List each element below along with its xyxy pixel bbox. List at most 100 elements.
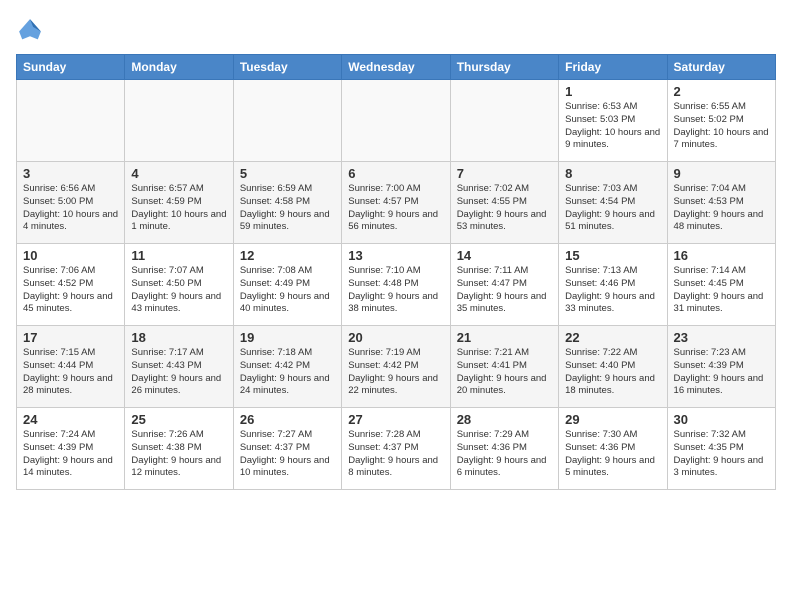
day-number: 26 [240,412,335,427]
calendar-cell [17,80,125,162]
calendar-cell: 30 Sunrise: 7:32 AM Sunset: 4:35 PM Dayli… [667,408,775,490]
day-info: Sunrise: 6:59 AM Sunset: 4:58 PM Dayligh… [240,183,335,234]
day-info: Sunrise: 7:07 AM Sunset: 4:50 PM Dayligh… [131,265,226,316]
calendar-cell: 13 Sunrise: 7:10 AM Sunset: 4:48 PM Dayli… [342,244,450,326]
calendar-cell: 27 Sunrise: 7:28 AM Sunset: 4:37 PM Dayli… [342,408,450,490]
day-info: Sunrise: 6:53 AM Sunset: 5:03 PM Dayligh… [565,101,660,152]
day-info: Sunrise: 7:18 AM Sunset: 4:42 PM Dayligh… [240,347,335,398]
day-info: Sunrise: 7:19 AM Sunset: 4:42 PM Dayligh… [348,347,443,398]
calendar-cell: 4 Sunrise: 6:57 AM Sunset: 4:59 PM Daylig… [125,162,233,244]
calendar-cell [233,80,341,162]
day-info: Sunrise: 7:04 AM Sunset: 4:53 PM Dayligh… [674,183,769,234]
day-number: 14 [457,248,552,263]
day-number: 7 [457,166,552,181]
day-info: Sunrise: 7:06 AM Sunset: 4:52 PM Dayligh… [23,265,118,316]
logo [16,16,48,44]
calendar-cell: 11 Sunrise: 7:07 AM Sunset: 4:50 PM Dayli… [125,244,233,326]
day-number: 1 [565,84,660,99]
day-number: 18 [131,330,226,345]
day-number: 22 [565,330,660,345]
day-info: Sunrise: 7:26 AM Sunset: 4:38 PM Dayligh… [131,429,226,480]
calendar-cell: 2Sunrise: 6:55 AM Sunset: 5:02 PM Daylig… [667,80,775,162]
day-number: 15 [565,248,660,263]
day-info: Sunrise: 7:27 AM Sunset: 4:37 PM Dayligh… [240,429,335,480]
day-number: 16 [674,248,769,263]
day-info: Sunrise: 7:30 AM Sunset: 4:36 PM Dayligh… [565,429,660,480]
calendar-cell: 20 Sunrise: 7:19 AM Sunset: 4:42 PM Dayli… [342,326,450,408]
day-info: Sunrise: 7:13 AM Sunset: 4:46 PM Dayligh… [565,265,660,316]
calendar-cell: 12Sunrise: 7:08 AM Sunset: 4:49 PM Dayli… [233,244,341,326]
day-number: 2 [674,84,769,99]
day-number: 9 [674,166,769,181]
calendar-cell [125,80,233,162]
day-info: Sunrise: 7:23 AM Sunset: 4:39 PM Dayligh… [674,347,769,398]
calendar-cell: 25 Sunrise: 7:26 AM Sunset: 4:38 PM Dayli… [125,408,233,490]
day-info: Sunrise: 7:14 AM Sunset: 4:45 PM Dayligh… [674,265,769,316]
day-number: 24 [23,412,118,427]
col-header-tuesday: Tuesday [233,55,341,80]
calendar-cell: 7 Sunrise: 7:02 AM Sunset: 4:55 PM Daylig… [450,162,558,244]
calendar-table: SundayMondayTuesdayWednesdayThursdayFrid… [16,54,776,490]
day-info: Sunrise: 7:32 AM Sunset: 4:35 PM Dayligh… [674,429,769,480]
day-info: Sunrise: 7:21 AM Sunset: 4:41 PM Dayligh… [457,347,552,398]
col-header-thursday: Thursday [450,55,558,80]
col-header-friday: Friday [559,55,667,80]
calendar-cell: 29 Sunrise: 7:30 AM Sunset: 4:36 PM Dayli… [559,408,667,490]
week-row-4: 17 Sunrise: 7:15 AM Sunset: 4:44 PM Dayli… [17,326,776,408]
calendar-cell: 14 Sunrise: 7:11 AM Sunset: 4:47 PM Dayli… [450,244,558,326]
calendar-cell: 18 Sunrise: 7:17 AM Sunset: 4:43 PM Dayli… [125,326,233,408]
calendar-cell: 16 Sunrise: 7:14 AM Sunset: 4:45 PM Dayli… [667,244,775,326]
logo-icon [16,16,44,44]
calendar-cell [342,80,450,162]
day-info: Sunrise: 7:11 AM Sunset: 4:47 PM Dayligh… [457,265,552,316]
calendar-cell: 19 Sunrise: 7:18 AM Sunset: 4:42 PM Dayli… [233,326,341,408]
day-number: 29 [565,412,660,427]
day-info: Sunrise: 7:02 AM Sunset: 4:55 PM Dayligh… [457,183,552,234]
day-info: Sunrise: 7:10 AM Sunset: 4:48 PM Dayligh… [348,265,443,316]
col-header-monday: Monday [125,55,233,80]
day-number: 25 [131,412,226,427]
calendar-cell: 26 Sunrise: 7:27 AM Sunset: 4:37 PM Dayli… [233,408,341,490]
header-row: SundayMondayTuesdayWednesdayThursdayFrid… [17,55,776,80]
week-row-5: 24 Sunrise: 7:24 AM Sunset: 4:39 PM Dayli… [17,408,776,490]
day-number: 27 [348,412,443,427]
day-info: Sunrise: 7:15 AM Sunset: 4:44 PM Dayligh… [23,347,118,398]
col-header-wednesday: Wednesday [342,55,450,80]
page-header [16,16,776,44]
day-info: Sunrise: 7:17 AM Sunset: 4:43 PM Dayligh… [131,347,226,398]
day-number: 11 [131,248,226,263]
col-header-sunday: Sunday [17,55,125,80]
day-number: 23 [674,330,769,345]
day-info: Sunrise: 7:03 AM Sunset: 4:54 PM Dayligh… [565,183,660,234]
calendar-cell: 1 Sunrise: 6:53 AM Sunset: 5:03 PM Daylig… [559,80,667,162]
day-number: 6 [348,166,443,181]
calendar-cell: 17 Sunrise: 7:15 AM Sunset: 4:44 PM Dayli… [17,326,125,408]
calendar-cell: 6 Sunrise: 7:00 AM Sunset: 4:57 PM Daylig… [342,162,450,244]
calendar-cell: 10Sunrise: 7:06 AM Sunset: 4:52 PM Dayli… [17,244,125,326]
day-number: 20 [348,330,443,345]
day-number: 30 [674,412,769,427]
day-number: 17 [23,330,118,345]
calendar-cell: 15 Sunrise: 7:13 AM Sunset: 4:46 PM Dayli… [559,244,667,326]
day-number: 21 [457,330,552,345]
calendar-cell: 9 Sunrise: 7:04 AM Sunset: 4:53 PM Daylig… [667,162,775,244]
calendar-cell: 24 Sunrise: 7:24 AM Sunset: 4:39 PM Dayli… [17,408,125,490]
day-info: Sunrise: 6:57 AM Sunset: 4:59 PM Dayligh… [131,183,226,234]
day-info: Sunrise: 7:22 AM Sunset: 4:40 PM Dayligh… [565,347,660,398]
week-row-2: 3Sunrise: 6:56 AM Sunset: 5:00 PM Daylig… [17,162,776,244]
day-number: 19 [240,330,335,345]
day-number: 28 [457,412,552,427]
calendar-cell: 28 Sunrise: 7:29 AM Sunset: 4:36 PM Dayli… [450,408,558,490]
day-number: 12 [240,248,335,263]
day-number: 5 [240,166,335,181]
day-info: Sunrise: 7:28 AM Sunset: 4:37 PM Dayligh… [348,429,443,480]
col-header-saturday: Saturday [667,55,775,80]
day-info: Sunrise: 7:24 AM Sunset: 4:39 PM Dayligh… [23,429,118,480]
day-number: 4 [131,166,226,181]
calendar-cell: 21 Sunrise: 7:21 AM Sunset: 4:41 PM Dayli… [450,326,558,408]
day-info: Sunrise: 6:56 AM Sunset: 5:00 PM Dayligh… [23,183,118,234]
calendar-cell: 8Sunrise: 7:03 AM Sunset: 4:54 PM Daylig… [559,162,667,244]
day-number: 13 [348,248,443,263]
day-info: Sunrise: 7:29 AM Sunset: 4:36 PM Dayligh… [457,429,552,480]
day-info: Sunrise: 7:00 AM Sunset: 4:57 PM Dayligh… [348,183,443,234]
